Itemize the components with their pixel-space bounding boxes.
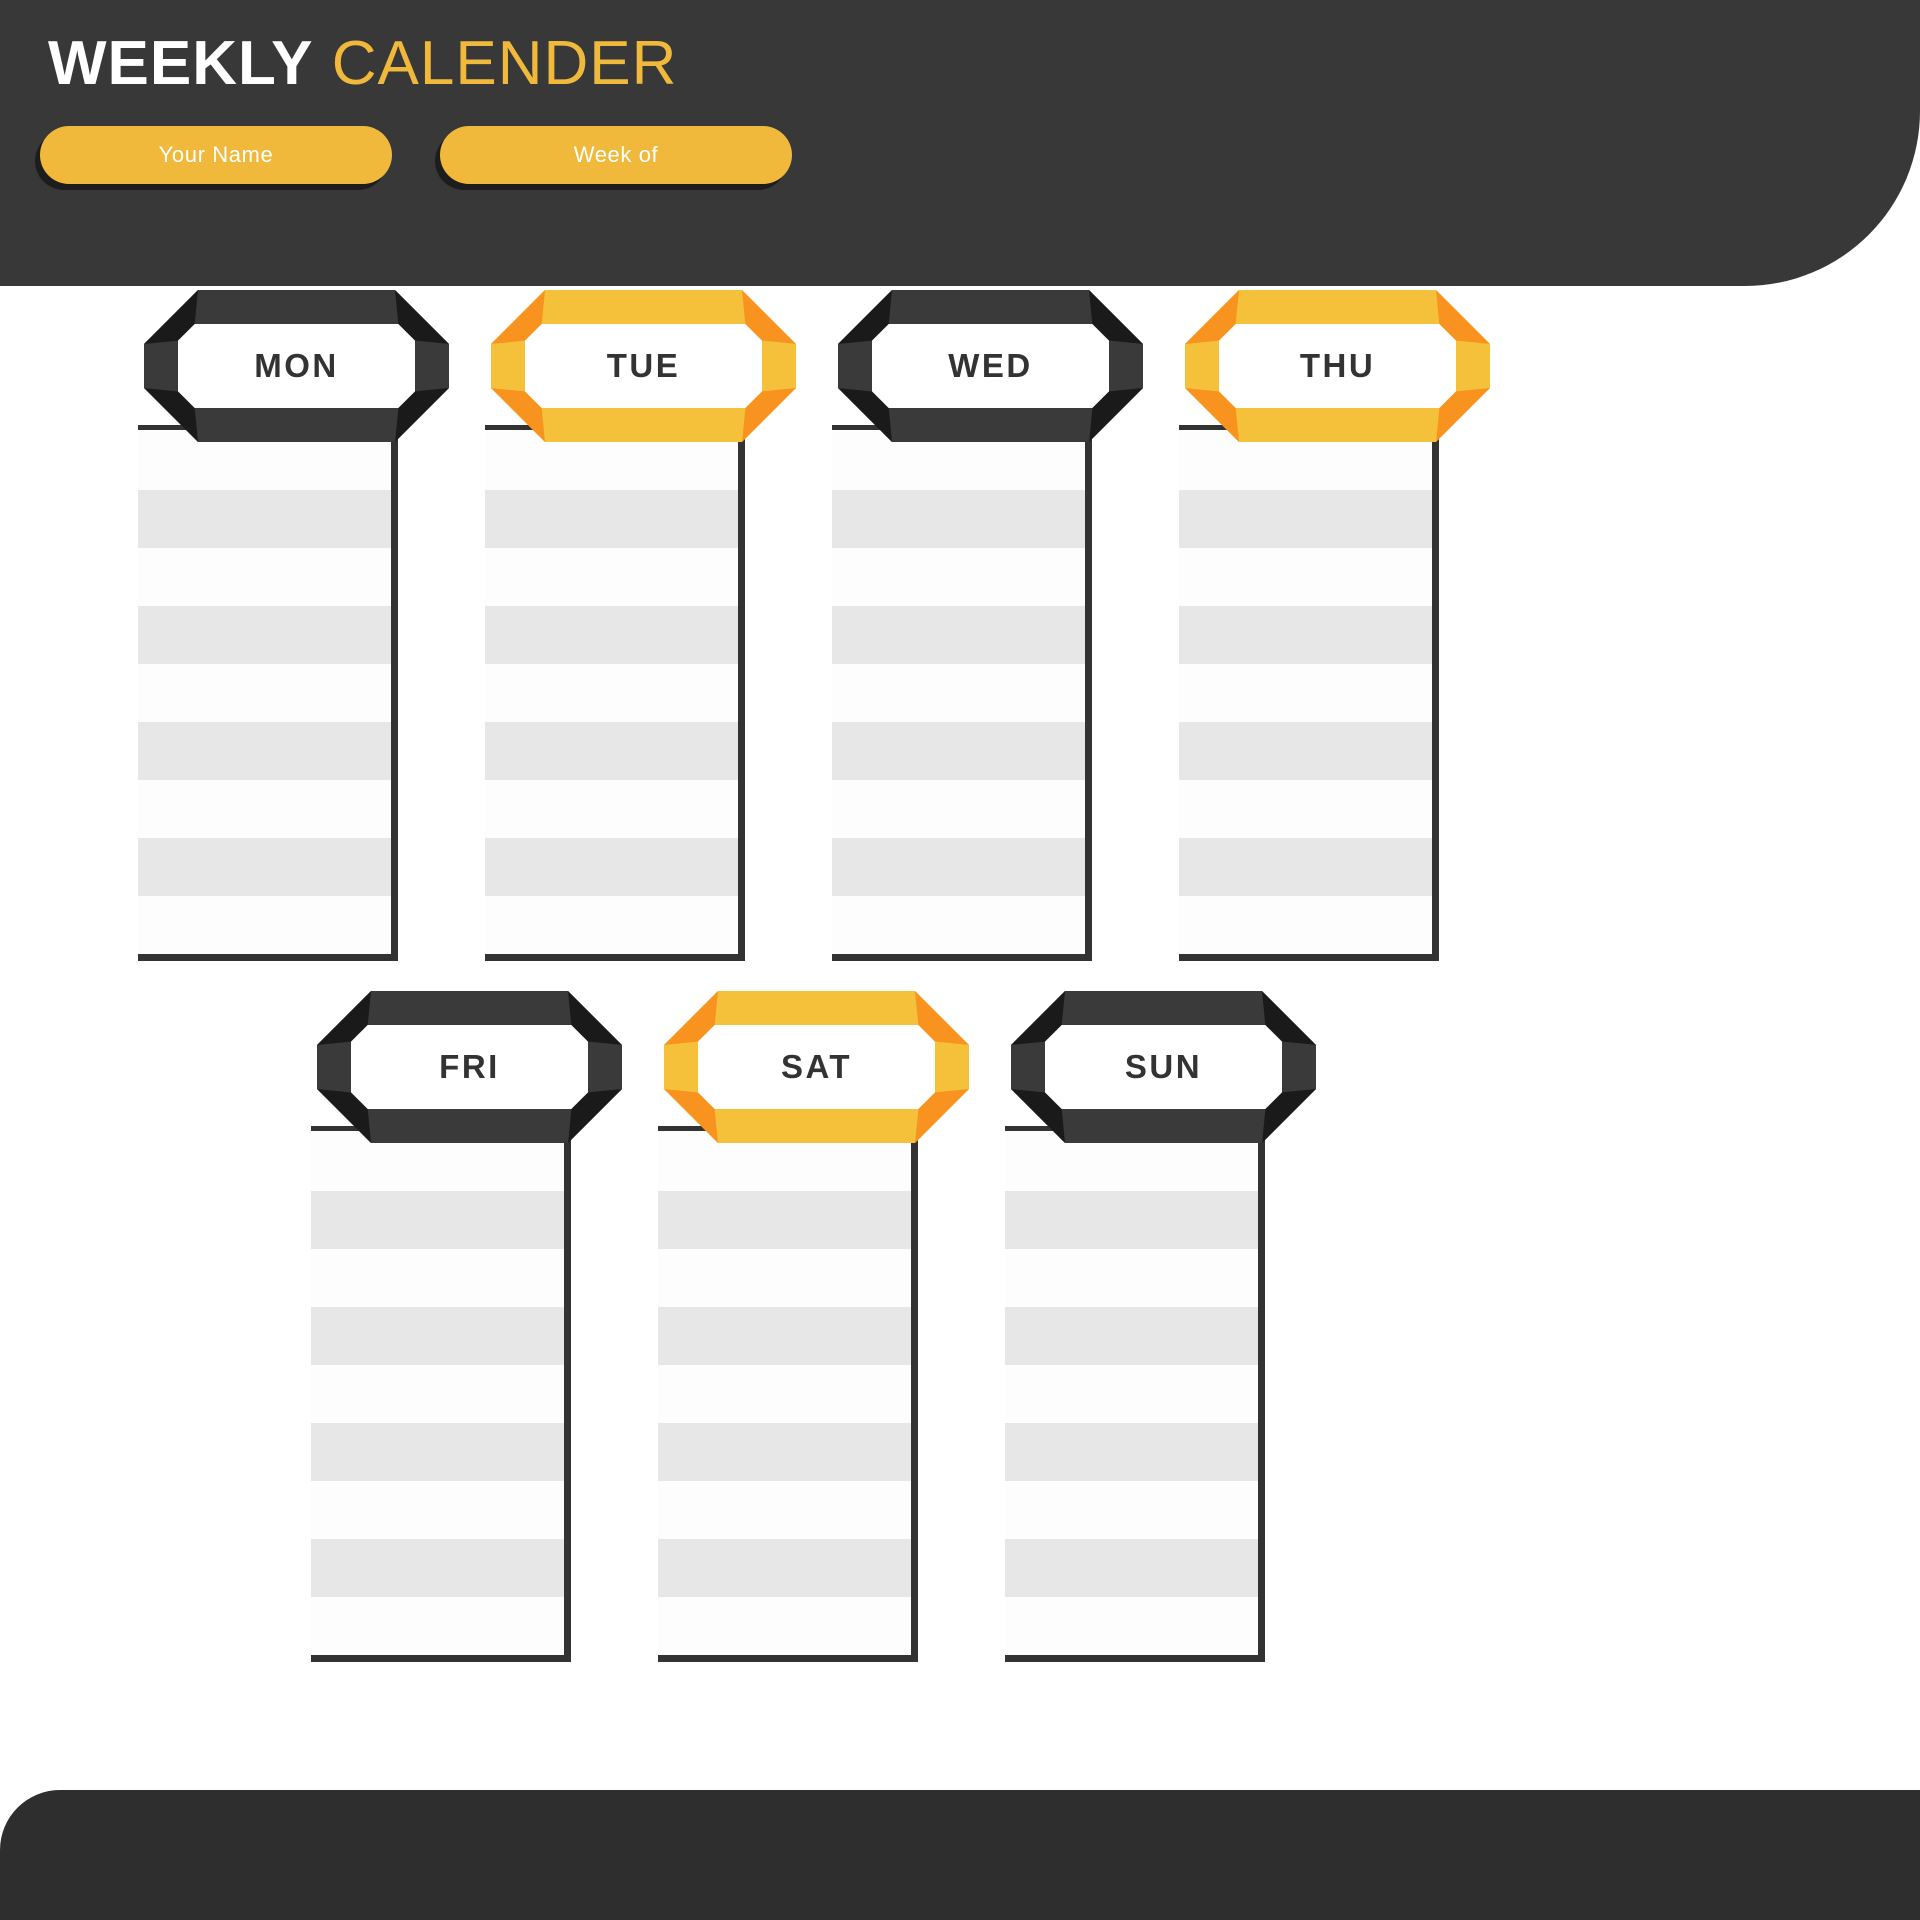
notes-line[interactable] [1179,722,1432,780]
day-notes-lines-fri [311,1131,571,1662]
notes-line[interactable] [311,1365,564,1423]
page-footer [0,1790,1920,1920]
notes-line[interactable] [1179,606,1432,664]
day-column-mon: MON [133,290,480,961]
page-title-bold: WEEKLY [48,29,314,98]
notes-line[interactable] [485,838,738,896]
notes-line[interactable] [658,1539,911,1597]
notes-line[interactable] [832,722,1085,780]
notes-line[interactable] [138,722,391,780]
notes-line[interactable] [658,1191,911,1249]
notes-line[interactable] [1005,1597,1258,1655]
notes-line[interactable] [485,780,738,838]
notes-line[interactable] [1179,664,1432,722]
notes-line[interactable] [485,722,738,780]
notes-line[interactable] [658,1423,911,1481]
page-title: WEEKLY CALENDER [48,29,678,98]
day-column-fri: FRI [306,991,653,1662]
day-column-tue: TUE [480,290,827,961]
notes-line[interactable] [832,606,1085,664]
notes-line[interactable] [311,1423,564,1481]
notes-line[interactable] [1179,896,1432,954]
day-notes-lines-mon [138,430,398,961]
header-fields: Your Name Week of [35,126,792,190]
notes-line[interactable] [138,780,391,838]
notes-line[interactable] [1005,1307,1258,1365]
notes-line[interactable] [138,896,391,954]
day-badge-mon[interactable]: MON [144,290,449,442]
notes-line[interactable] [1005,1191,1258,1249]
notes-line[interactable] [832,838,1085,896]
day-badge-tue[interactable]: TUE [491,290,796,442]
notes-line[interactable] [832,490,1085,548]
notes-line[interactable] [311,1249,564,1307]
notes-line[interactable] [658,1307,911,1365]
page-title-light: CALENDER [331,29,678,98]
day-notes-sat[interactable] [658,1126,920,1662]
day-badge-fri[interactable]: FRI [317,991,622,1143]
notes-line[interactable] [138,838,391,896]
notes-line[interactable] [658,1249,911,1307]
page-header: WEEKLY CALENDER Your Name Week of [0,0,1920,286]
notes-line[interactable] [311,1539,564,1597]
notes-line[interactable] [138,548,391,606]
day-column-thu: THU [1174,290,1521,961]
day-notes-thu[interactable] [1179,425,1441,961]
day-column-sun: SUN [1000,991,1347,1662]
week-grid: MON TUE WED THU FRI SAT SUN [0,290,1920,1662]
notes-line[interactable] [1179,548,1432,606]
notes-line[interactable] [311,1597,564,1655]
day-column-wed: WED [827,290,1174,961]
notes-line[interactable] [138,490,391,548]
notes-line[interactable] [485,664,738,722]
your-name-field-wrap: Your Name [35,126,392,190]
week-row-2: FRI SAT SUN [0,991,1920,1662]
notes-line[interactable] [1179,780,1432,838]
notes-line[interactable] [658,1365,911,1423]
notes-line[interactable] [658,1481,911,1539]
notes-line[interactable] [485,548,738,606]
notes-line[interactable] [1005,1249,1258,1307]
notes-line[interactable] [138,664,391,722]
day-notes-lines-sun [1005,1131,1265,1662]
day-badge-sat[interactable]: SAT [664,991,969,1143]
notes-line[interactable] [1005,1539,1258,1597]
notes-line[interactable] [485,490,738,548]
notes-line[interactable] [658,1597,911,1655]
notes-line[interactable] [832,780,1085,838]
day-notes-tue[interactable] [485,425,747,961]
notes-line[interactable] [832,664,1085,722]
week-of-field-wrap: Week of [435,126,792,190]
notes-line[interactable] [1179,838,1432,896]
notes-line[interactable] [138,606,391,664]
notes-line[interactable] [485,606,738,664]
week-row-1: MON TUE WED THU [0,290,1920,961]
notes-line[interactable] [485,896,738,954]
notes-line[interactable] [311,1481,564,1539]
notes-line[interactable] [832,896,1085,954]
day-notes-lines-sat [658,1131,918,1662]
day-notes-sun[interactable] [1005,1126,1267,1662]
notes-line[interactable] [1005,1481,1258,1539]
day-notes-lines-wed [832,430,1092,961]
day-badge-wed[interactable]: WED [838,290,1143,442]
notes-line[interactable] [1005,1365,1258,1423]
day-column-sat: SAT [653,991,1000,1662]
notes-line[interactable] [1179,490,1432,548]
your-name-field[interactable]: Your Name [40,126,392,184]
notes-line[interactable] [311,1191,564,1249]
notes-line[interactable] [1005,1423,1258,1481]
day-notes-wed[interactable] [832,425,1094,961]
day-badge-sun[interactable]: SUN [1011,991,1316,1143]
week-of-field[interactable]: Week of [440,126,792,184]
day-notes-fri[interactable] [311,1126,573,1662]
notes-line[interactable] [832,548,1085,606]
day-notes-lines-tue [485,430,745,961]
day-notes-mon[interactable] [138,425,400,961]
day-notes-lines-thu [1179,430,1439,961]
notes-line[interactable] [311,1307,564,1365]
day-badge-thu[interactable]: THU [1185,290,1490,442]
